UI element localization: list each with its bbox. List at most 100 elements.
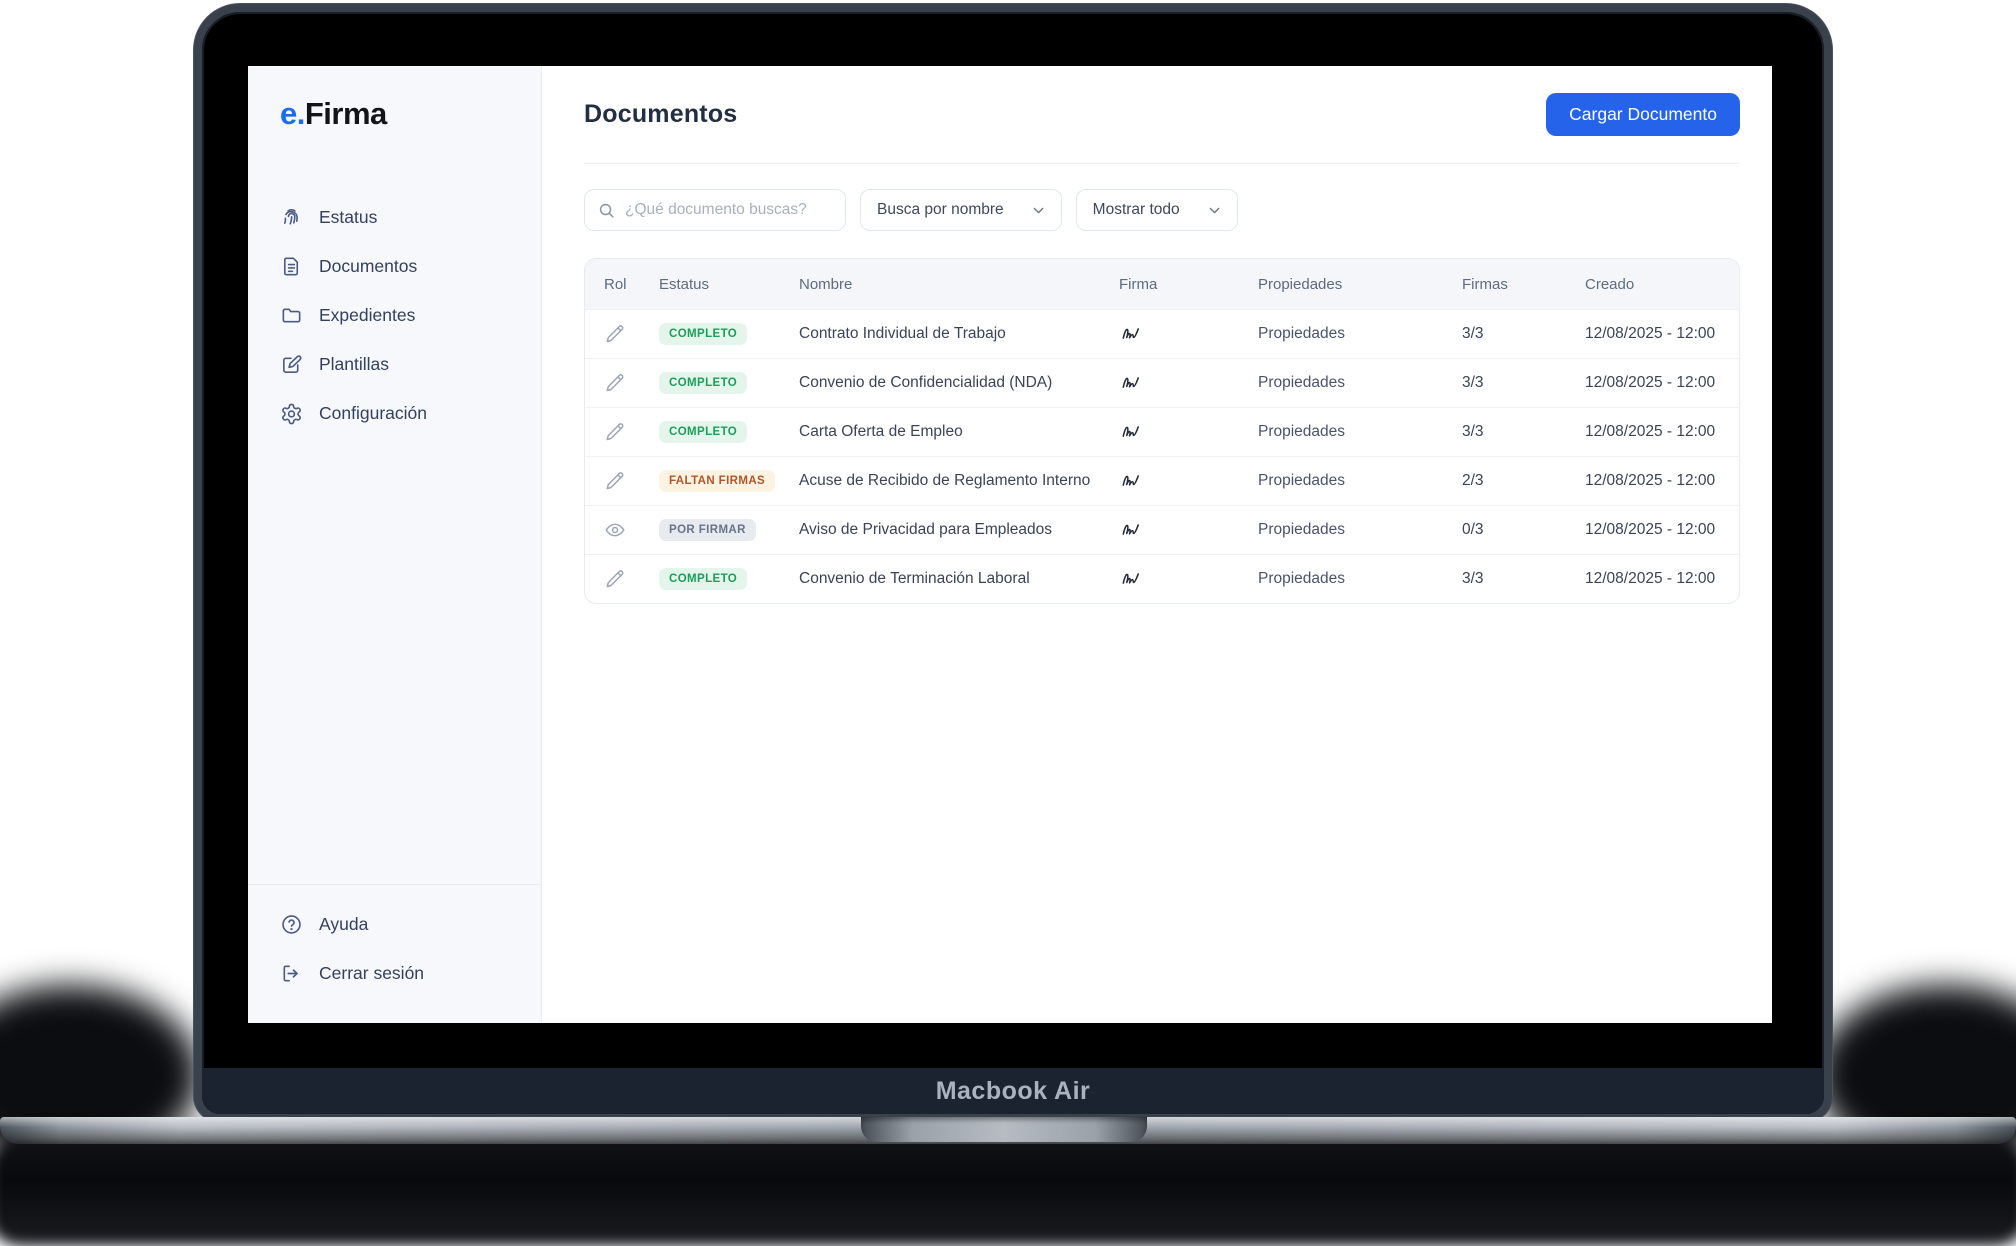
properties-link[interactable]: Propiedades <box>1258 472 1345 490</box>
sidebar-item-estatus[interactable]: Estatus <box>280 198 541 237</box>
sidebar-item-ayuda[interactable]: Ayuda <box>280 905 541 944</box>
signature-icon[interactable] <box>1119 421 1145 443</box>
signature-icon[interactable] <box>1119 372 1145 394</box>
table-row: COMPLETO Contrato Individual de Trabajo … <box>585 309 1739 358</box>
laptop-bottom-bezel: Macbook Air <box>202 1068 1824 1114</box>
column-header-rol: Rol <box>585 276 659 293</box>
signature-icon[interactable] <box>1119 519 1145 541</box>
created-date: 12/08/2025 - 12:00 <box>1585 570 1739 588</box>
properties-link[interactable]: Propiedades <box>1258 521 1345 539</box>
documents-table: Rol Estatus Nombre Firma Propiedades Fir… <box>584 258 1740 604</box>
document-name: Convenio de Terminación Laboral <box>799 570 1119 588</box>
status-badge: COMPLETO <box>659 372 747 394</box>
folder-icon <box>280 304 303 327</box>
pencil-icon <box>604 470 626 492</box>
sidebar: e.Firma Estatus Documentos Expedientes P… <box>248 66 542 1023</box>
column-header-propiedades: Propiedades <box>1258 276 1462 293</box>
properties-link[interactable]: Propiedades <box>1258 423 1345 441</box>
chevron-down-icon <box>1206 202 1223 219</box>
document-name: Aviso de Privacidad para Empleados <box>799 521 1119 539</box>
sidebar-nav: Estatus Documentos Expedientes Plantilla… <box>280 198 541 433</box>
pencil-icon <box>604 421 626 443</box>
chevron-down-icon <box>1030 202 1047 219</box>
show-filter-dropdown[interactable]: Mostrar todo <box>1076 189 1238 231</box>
status-badge: COMPLETO <box>659 421 747 443</box>
column-header-firmas: Firmas <box>1462 276 1585 293</box>
laptop-shadow <box>0 1128 2016 1246</box>
document-name: Acuse de Recibido de Reglamento Interno <box>799 472 1119 490</box>
scene: Macbook Air e.Firma Estatus Documentos E… <box>0 0 2016 1246</box>
sidebar-item-label: Documentos <box>319 256 417 277</box>
pencil-icon <box>604 372 626 394</box>
signature-icon[interactable] <box>1119 568 1145 590</box>
properties-link[interactable]: Propiedades <box>1258 325 1345 343</box>
column-header-nombre: Nombre <box>799 276 1119 293</box>
properties-link[interactable]: Propiedades <box>1258 570 1345 588</box>
pencil-icon <box>604 323 626 345</box>
sidebar-footer: Ayuda Cerrar sesión <box>248 884 541 993</box>
sidebar-item-label: Ayuda <box>319 914 368 935</box>
edit-role-button[interactable] <box>604 568 626 590</box>
created-date: 12/08/2025 - 12:00 <box>1585 423 1739 441</box>
search-icon <box>597 201 616 220</box>
table-row: COMPLETO Convenio de Terminación Laboral… <box>585 554 1739 603</box>
page-header: Documentos Cargar Documento <box>584 66 1740 164</box>
document-name: Carta Oferta de Empleo <box>799 423 1119 441</box>
sidebar-item-label: Plantillas <box>319 354 389 375</box>
signatures-count: 2/3 <box>1462 472 1585 490</box>
sidebar-item-label: Configuración <box>319 403 427 424</box>
sidebar-item-label: Cerrar sesión <box>319 963 424 984</box>
search-by-dropdown[interactable]: Busca por nombre <box>860 189 1062 231</box>
search-box <box>584 189 846 231</box>
sidebar-item-documentos[interactable]: Documentos <box>280 247 541 286</box>
search-input[interactable] <box>625 201 833 219</box>
created-date: 12/08/2025 - 12:00 <box>1585 521 1739 539</box>
table-row: COMPLETO Carta Oferta de Empleo Propieda… <box>585 407 1739 456</box>
logout-icon <box>280 962 303 985</box>
sidebar-item-label: Expedientes <box>319 305 415 326</box>
signatures-count: 3/3 <box>1462 423 1585 441</box>
app-logo: e.Firma <box>280 96 541 132</box>
status-badge: POR FIRMAR <box>659 519 756 541</box>
edit-role-button[interactable] <box>604 421 626 443</box>
edit-role-button[interactable] <box>604 372 626 394</box>
edit-role-button[interactable] <box>604 323 626 345</box>
properties-link[interactable]: Propiedades <box>1258 374 1345 392</box>
help-circle-icon <box>280 913 303 936</box>
sidebar-item-configuracion[interactable]: Configuración <box>280 394 541 433</box>
edit-square-icon <box>280 353 303 376</box>
created-date: 12/08/2025 - 12:00 <box>1585 374 1739 392</box>
upload-document-button[interactable]: Cargar Documento <box>1546 93 1740 136</box>
column-header-firma: Firma <box>1119 276 1258 293</box>
status-badge: COMPLETO <box>659 323 747 345</box>
table-row: COMPLETO Convenio de Confidencialidad (N… <box>585 358 1739 407</box>
signatures-count: 3/3 <box>1462 325 1585 343</box>
document-name: Contrato Individual de Trabajo <box>799 325 1119 343</box>
laptop-base-notch <box>861 1117 1147 1142</box>
signatures-count: 3/3 <box>1462 374 1585 392</box>
logo-name: Firma <box>305 96 387 131</box>
sidebar-item-cerrar-sesion[interactable]: Cerrar sesión <box>280 954 541 993</box>
gear-icon <box>280 402 303 425</box>
search-by-label: Busca por nombre <box>877 201 1004 219</box>
table-row: POR FIRMAR Aviso de Privacidad para Empl… <box>585 505 1739 554</box>
created-date: 12/08/2025 - 12:00 <box>1585 472 1739 490</box>
eye-icon <box>604 519 626 541</box>
edit-role-button[interactable] <box>604 470 626 492</box>
table-header: Rol Estatus Nombre Firma Propiedades Fir… <box>585 259 1739 309</box>
status-badge: COMPLETO <box>659 568 747 590</box>
sidebar-item-label: Estatus <box>319 207 377 228</box>
column-header-creado: Creado <box>1585 276 1739 293</box>
pencil-icon <box>604 568 626 590</box>
sidebar-item-plantillas[interactable]: Plantillas <box>280 345 541 384</box>
view-document-button[interactable] <box>604 519 626 541</box>
signatures-count: 3/3 <box>1462 570 1585 588</box>
document-name: Convenio de Confidencialidad (NDA) <box>799 374 1119 392</box>
page-title: Documentos <box>584 100 737 129</box>
signatures-count: 0/3 <box>1462 521 1585 539</box>
created-date: 12/08/2025 - 12:00 <box>1585 325 1739 343</box>
signature-icon[interactable] <box>1119 470 1145 492</box>
main-content: Documentos Cargar Documento Busca por no… <box>542 66 1772 1023</box>
sidebar-item-expedientes[interactable]: Expedientes <box>280 296 541 335</box>
signature-icon[interactable] <box>1119 323 1145 345</box>
